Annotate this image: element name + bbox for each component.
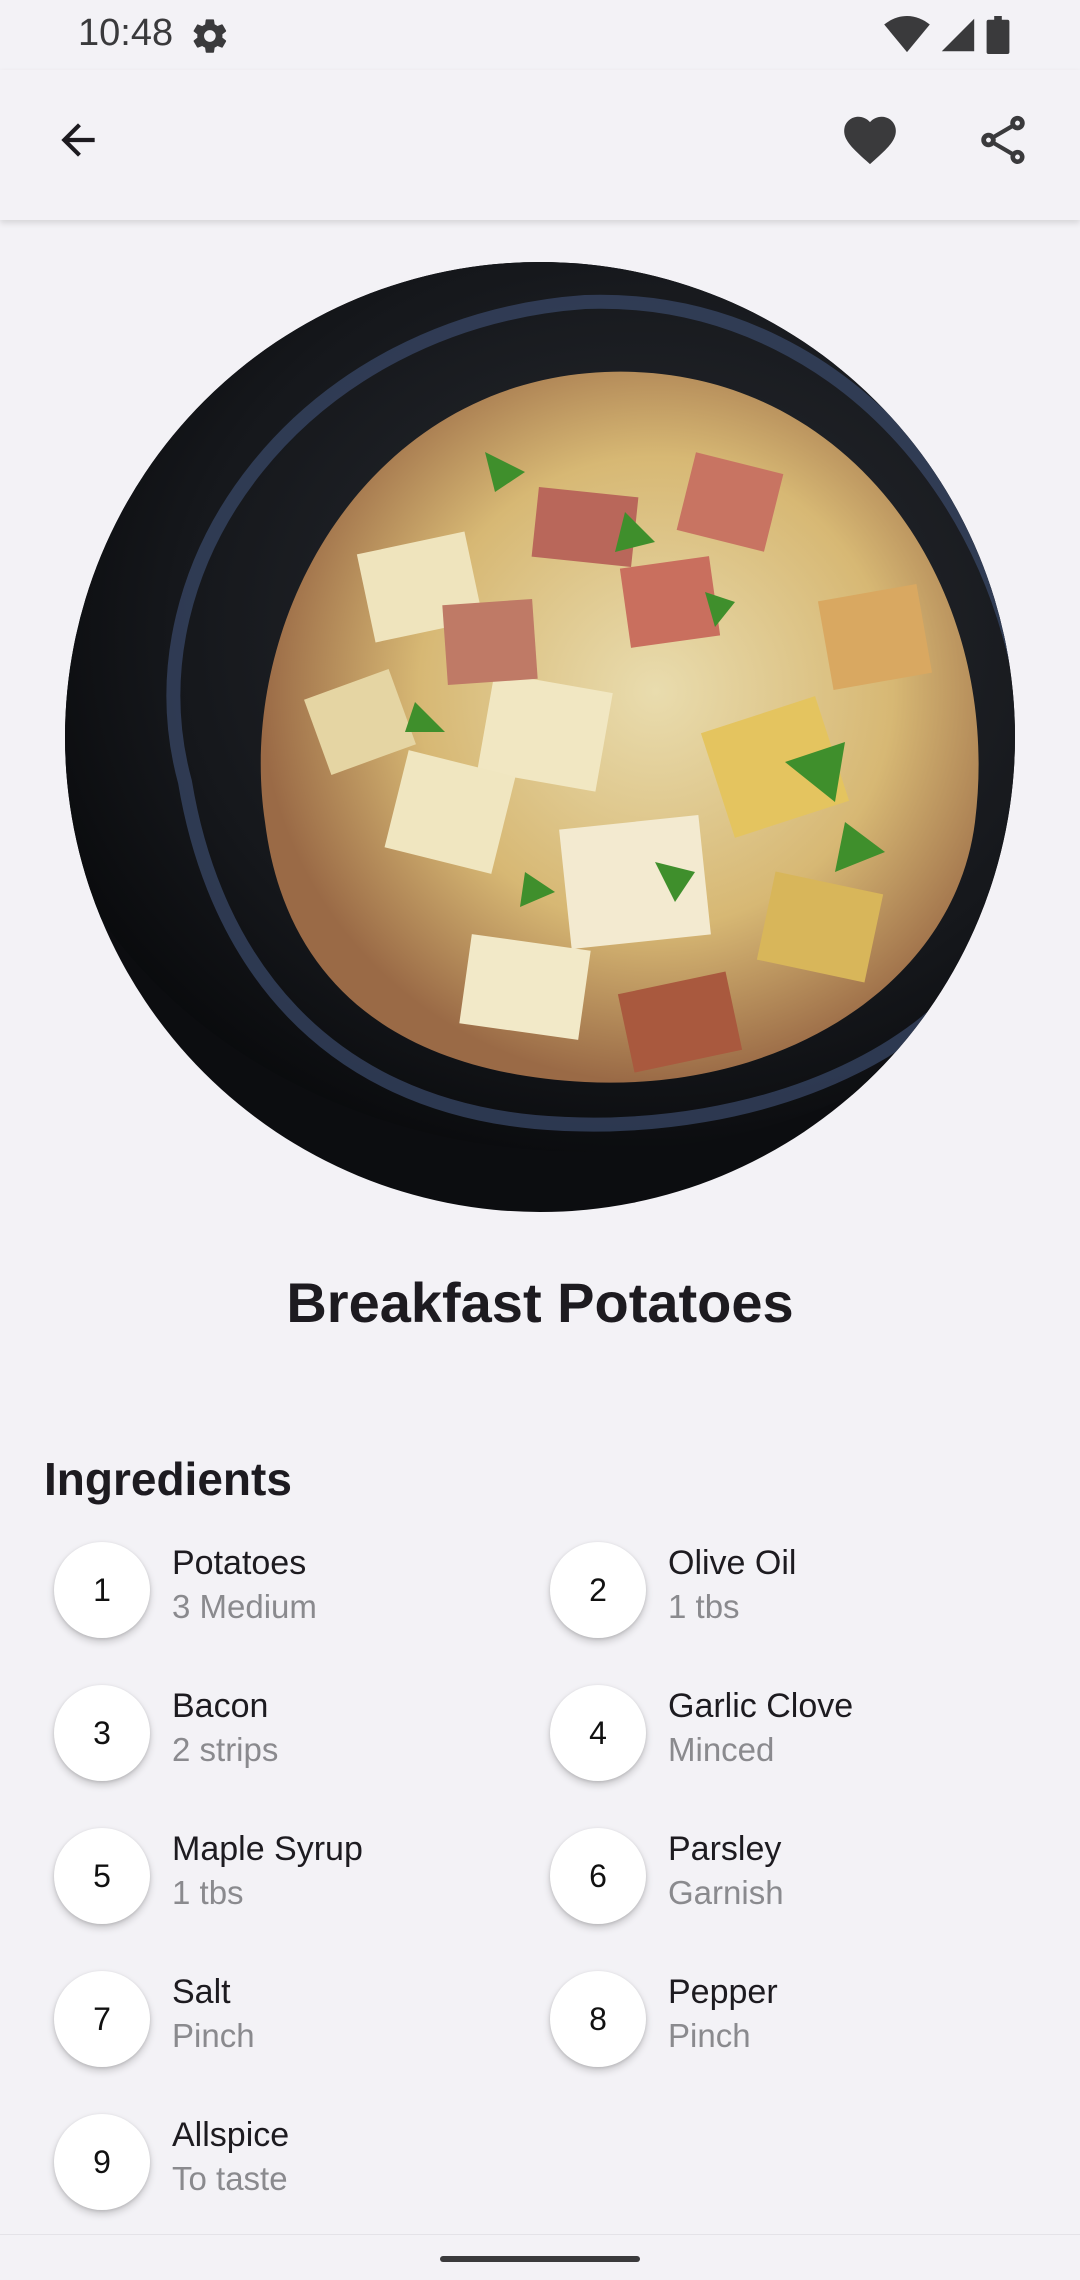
ingredient-name: Parsley bbox=[668, 1830, 782, 1868]
favorite-button[interactable] bbox=[822, 94, 918, 190]
ingredient-quantity: 1 tbs bbox=[172, 1874, 244, 1911]
ingredient-quantity: To taste bbox=[172, 2160, 288, 2197]
ingredient-quantity: Minced bbox=[668, 1731, 775, 1768]
ingredient-item: 3 Bacon 2 strips bbox=[40, 1683, 540, 1793]
app-bar bbox=[0, 70, 1080, 220]
ingredient-quantity: 2 strips bbox=[172, 1731, 279, 1768]
recipe-image bbox=[65, 262, 1015, 1212]
gesture-nav-handle[interactable] bbox=[440, 2256, 640, 2262]
ingredient-number: 2 bbox=[550, 1542, 646, 1638]
ingredient-item: 6 Parsley Garnish bbox=[536, 1826, 1036, 1936]
ingredient-quantity: Pinch bbox=[172, 2017, 255, 2054]
ingredient-name: Pepper bbox=[668, 1973, 778, 2011]
ingredient-number: 7 bbox=[54, 1971, 150, 2067]
ingredient-item: 7 Salt Pinch bbox=[40, 1969, 540, 2079]
status-icons bbox=[884, 16, 1010, 54]
status-bar: 10:48 bbox=[0, 0, 1080, 70]
settings-gear-icon bbox=[190, 16, 230, 56]
ingredient-quantity: Garnish bbox=[668, 1874, 784, 1911]
ingredient-quantity: 3 Medium bbox=[172, 1588, 317, 1625]
ingredient-item: 4 Garlic Clove Minced bbox=[536, 1683, 1036, 1793]
share-icon bbox=[974, 111, 1032, 174]
ingredient-name: Bacon bbox=[172, 1687, 269, 1725]
ingredient-item: 5 Maple Syrup 1 tbs bbox=[40, 1826, 540, 1936]
ingredient-name: Maple Syrup bbox=[172, 1830, 363, 1868]
ingredient-name: Olive Oil bbox=[668, 1544, 797, 1582]
battery-icon bbox=[986, 16, 1010, 54]
ingredient-name: Garlic Clove bbox=[668, 1687, 854, 1725]
back-button[interactable] bbox=[30, 94, 126, 190]
arrow-back-icon bbox=[53, 115, 103, 170]
ingredient-quantity: Pinch bbox=[668, 2017, 751, 2054]
status-time: 10:48 bbox=[78, 12, 174, 54]
ingredients-heading: Ingredients bbox=[44, 1453, 292, 1505]
ingredient-name: Allspice bbox=[172, 2116, 290, 2154]
ingredient-number: 8 bbox=[550, 1971, 646, 2067]
ingredient-item: 2 Olive Oil 1 tbs bbox=[536, 1540, 1036, 1650]
ingredient-name: Potatoes bbox=[172, 1544, 307, 1582]
ingredient-number: 5 bbox=[54, 1828, 150, 1924]
ingredient-name: Salt bbox=[172, 1973, 231, 2011]
bottom-divider bbox=[0, 2234, 1080, 2235]
ingredient-item: 9 Allspice To taste bbox=[40, 2112, 540, 2222]
ingredient-item: 8 Pepper Pinch bbox=[536, 1969, 1036, 2079]
ingredient-quantity: 1 tbs bbox=[668, 1588, 740, 1625]
ingredient-number: 4 bbox=[550, 1685, 646, 1781]
ingredient-number: 1 bbox=[54, 1542, 150, 1638]
heart-icon bbox=[839, 109, 901, 176]
signal-icon bbox=[940, 17, 976, 53]
ingredient-number: 3 bbox=[54, 1685, 150, 1781]
ingredient-number: 9 bbox=[54, 2114, 150, 2210]
ingredient-number: 6 bbox=[550, 1828, 646, 1924]
wifi-icon bbox=[884, 16, 930, 54]
share-button[interactable] bbox=[955, 94, 1051, 190]
recipe-title: Breakfast Potatoes bbox=[286, 1271, 794, 1334]
ingredient-item: 1 Potatoes 3 Medium bbox=[40, 1540, 540, 1650]
